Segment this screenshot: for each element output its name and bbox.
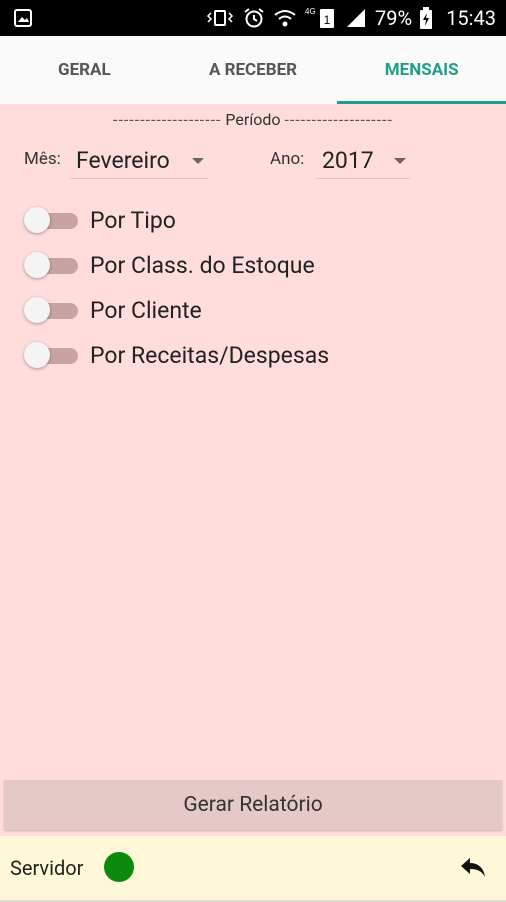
tab-a-receber[interactable]: A RECEBER — [169, 36, 338, 104]
chevron-down-icon — [394, 158, 406, 164]
reply-back-icon[interactable] — [458, 852, 488, 882]
toggle-por-class-estoque[interactable] — [24, 251, 80, 279]
toggle-row-por-receitas-despesas: Por Receitas/Despesas — [24, 337, 329, 373]
battery-percent: 79% — [375, 6, 413, 30]
status-icons: 4G 1 79% 15:43 — [205, 0, 496, 36]
month-label: Mês: — [24, 149, 61, 169]
toggle-label: Por Class. do Estoque — [90, 251, 315, 279]
server-label: Servidor — [10, 856, 84, 880]
year-label: Ano: — [270, 149, 305, 169]
toggle-por-tipo[interactable] — [24, 206, 80, 234]
year-select[interactable]: 2017 — [316, 142, 410, 179]
tab-bar: GERAL A RECEBER MENSAIS — [0, 36, 506, 104]
toggle-label: Por Cliente — [90, 296, 202, 324]
battery-charging-icon — [420, 7, 433, 29]
period-title: Período — [225, 110, 281, 129]
switch-thumb — [24, 252, 50, 278]
svg-text:4G: 4G — [305, 7, 316, 16]
chevron-down-icon — [192, 158, 204, 164]
toggle-label: Por Receitas/Despesas — [90, 341, 330, 369]
status-bar: 4G 1 79% 15:43 — [0, 0, 506, 36]
vibrate-icon — [206, 10, 234, 26]
svg-text:1: 1 — [324, 13, 331, 27]
switch-thumb — [24, 207, 50, 233]
period-divider-left: -------------------- — [113, 110, 222, 129]
year-value: 2017 — [322, 146, 374, 174]
tab-geral[interactable]: GERAL — [0, 36, 169, 104]
month-select[interactable]: Fevereiro — [70, 142, 208, 179]
month-value: Fevereiro — [76, 146, 170, 174]
toggle-row-por-class-estoque: Por Class. do Estoque — [24, 247, 315, 283]
sim-card-icon: 4G 1 — [305, 7, 335, 28]
server-footer: Servidor — [0, 836, 506, 902]
period-divider-right: -------------------- — [284, 110, 393, 129]
toggle-row-por-tipo: Por Tipo — [24, 202, 176, 238]
switch-thumb — [24, 297, 50, 323]
alarm-icon — [244, 8, 264, 28]
toggle-por-cliente[interactable] — [24, 296, 80, 324]
clock: 15:43 — [446, 6, 496, 30]
switch-thumb — [24, 342, 50, 368]
tab-mensais[interactable]: MENSAIS — [337, 36, 506, 104]
toggle-por-receitas-despesas[interactable] — [24, 341, 80, 369]
signal-icon — [347, 9, 366, 27]
toggle-row-por-cliente: Por Cliente — [24, 292, 202, 328]
generate-report-button[interactable]: Gerar Relatório — [4, 780, 502, 830]
wifi-icon — [274, 10, 296, 27]
image-notification-icon — [14, 9, 32, 27]
server-status-indicator — [104, 852, 134, 882]
period-heading: -------------------- Período -----------… — [0, 110, 506, 129]
toggle-label: Por Tipo — [90, 206, 176, 234]
